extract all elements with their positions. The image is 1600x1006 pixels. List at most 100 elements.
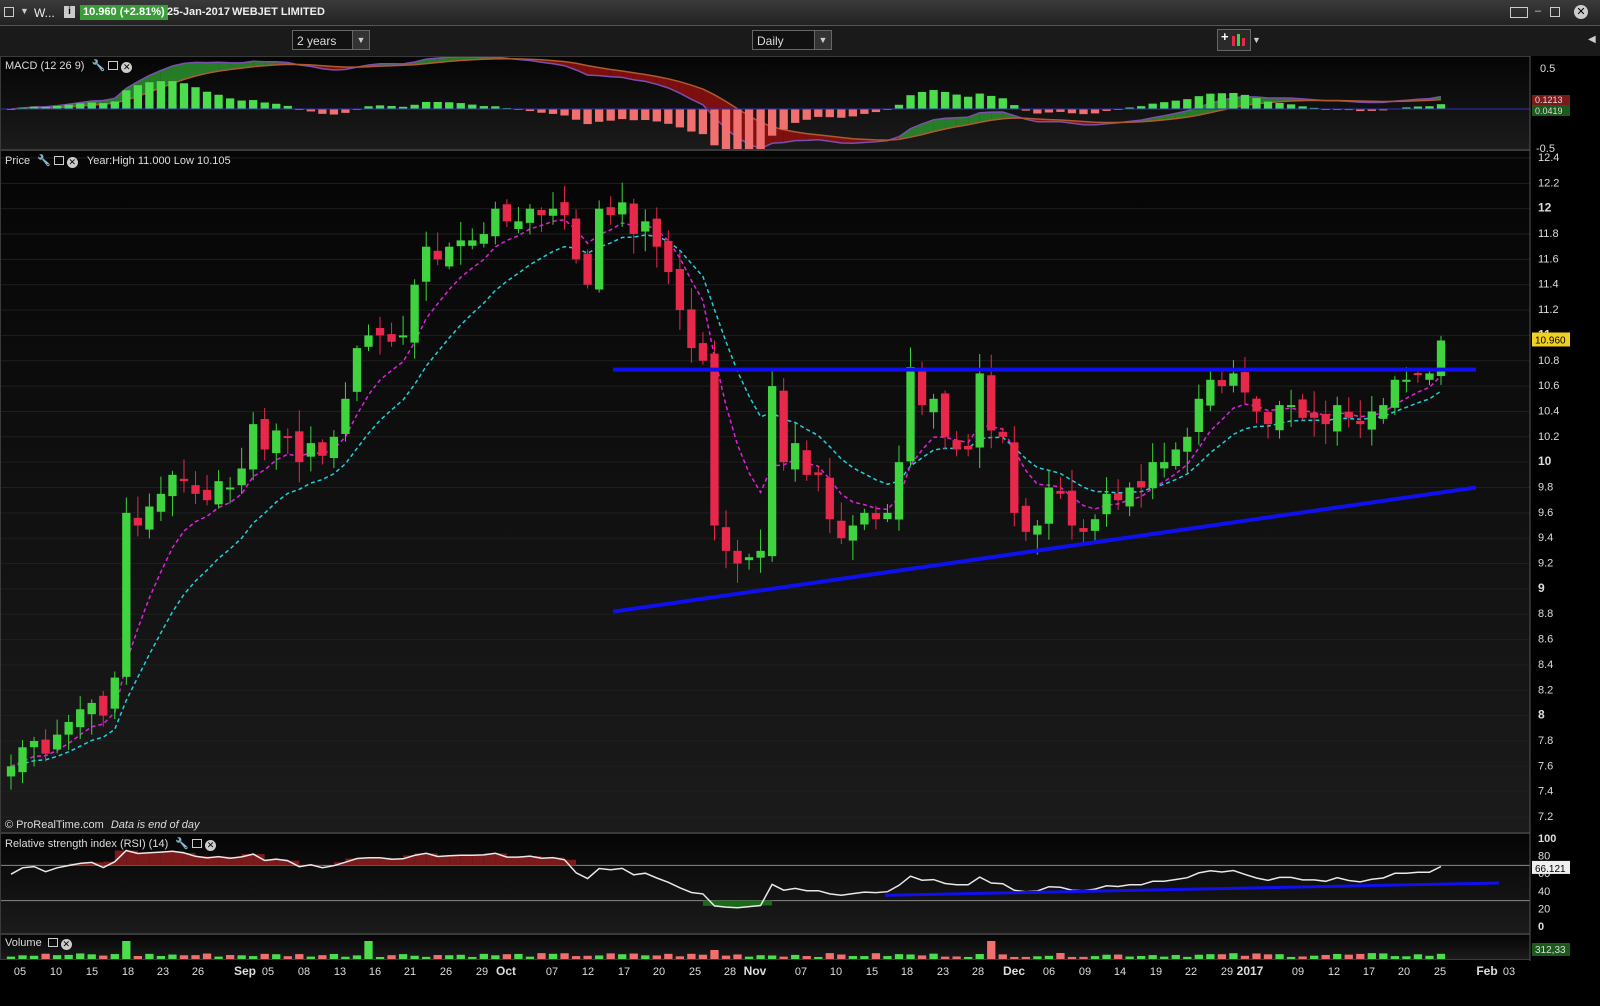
macd-histogram-bar — [341, 109, 350, 113]
macd-histogram-bar — [802, 109, 811, 120]
volume-bar — [179, 955, 189, 959]
macd-histogram-bar — [987, 95, 996, 109]
date-tick-label: 15 — [866, 966, 878, 978]
candle-body — [1413, 373, 1423, 376]
volume-bar — [352, 955, 362, 959]
macd-chart — [1, 57, 1531, 149]
rsi-overbought-fill — [160, 851, 173, 866]
maximize-icon[interactable] — [108, 61, 119, 70]
candle-body — [179, 478, 189, 482]
volume-bar — [364, 941, 373, 959]
candle-body — [295, 431, 304, 463]
volume-bar — [318, 955, 327, 959]
maximize-icon[interactable] — [47, 938, 58, 947]
maximize-icon[interactable] — [192, 839, 202, 848]
volume-bar — [791, 954, 800, 959]
watermark-note: Data is end of day — [110, 819, 200, 831]
chevron-down-icon[interactable]: ▼ — [814, 31, 831, 49]
candle-body — [41, 739, 50, 754]
macd-histogram-bar — [537, 109, 546, 113]
wrench-icon[interactable]: 🔧 — [92, 59, 106, 72]
volume-bar — [687, 953, 696, 959]
toolbar: 2 years ▼ Daily ▼ + ▼ ◀ — [0, 26, 1600, 57]
date-tick-label: 29 — [476, 966, 488, 978]
chevron-down-icon[interactable]: ▼ — [352, 31, 369, 49]
restore-icon[interactable] — [1550, 7, 1560, 17]
macd-histogram-bar — [1217, 93, 1227, 109]
macd-histogram-bar — [122, 90, 131, 109]
candle-body — [168, 474, 177, 497]
macd-histogram-bar — [721, 109, 731, 149]
volume-bar — [929, 953, 938, 959]
date-tick-label: 26 — [192, 966, 204, 978]
window-icon[interactable] — [4, 7, 14, 17]
candle-body — [1010, 442, 1019, 513]
volume-bar — [6, 956, 16, 959]
macd-histogram-bar — [606, 109, 615, 121]
price-chart[interactable] — [1, 151, 1565, 832]
minimize-icon[interactable]: – — [1535, 5, 1541, 17]
volume-bar — [1171, 955, 1180, 959]
volume-bar — [1044, 955, 1054, 959]
close-icon[interactable]: ✕ — [60, 939, 72, 950]
interval-select-value: Daily — [757, 34, 784, 48]
macd-histogram-bar — [929, 90, 938, 109]
wrench-icon[interactable]: 🔧 — [37, 154, 51, 167]
wrench-icon[interactable]: 🔧 — [175, 837, 189, 850]
close-icon[interactable]: ✕ — [205, 840, 216, 851]
macd-histogram-bar — [629, 109, 638, 121]
volume-bar — [1252, 953, 1261, 959]
close-icon[interactable]: ✕ — [1574, 5, 1588, 19]
maximize-icon[interactable] — [53, 156, 64, 165]
volume-bar — [1367, 953, 1376, 959]
volume-bar — [29, 955, 39, 959]
date-tick-label: 05 — [262, 966, 274, 978]
macd-histogram-bar — [618, 109, 627, 120]
macd-histogram-bar — [225, 98, 235, 109]
candle-body — [514, 221, 523, 229]
add-indicator-button[interactable]: + — [1217, 29, 1251, 51]
candle-body — [571, 218, 581, 260]
volume-bar — [583, 955, 592, 959]
period-select[interactable]: 2 years ▼ — [292, 30, 370, 50]
close-icon[interactable]: ✕ — [121, 62, 133, 73]
candle-body — [998, 431, 1007, 437]
candle-body — [721, 527, 731, 551]
candle-body — [929, 398, 938, 413]
macd-histogram-bar — [375, 105, 385, 109]
scroll-left-icon[interactable]: ◀ — [1588, 34, 1596, 45]
info-icon[interactable]: i — [64, 6, 75, 18]
macd-histogram-bar — [99, 103, 108, 109]
candle-body — [606, 207, 615, 216]
volume-bar — [341, 956, 350, 959]
volume-bar — [76, 953, 85, 959]
date-tick-label: 25 — [689, 966, 701, 978]
volume-bar — [18, 955, 27, 959]
date-tick-label: 22 — [1185, 966, 1197, 978]
volume-bar — [571, 956, 581, 959]
support-trendline — [612, 485, 1477, 614]
date-tick-label: 09 — [1292, 966, 1304, 978]
volume-bar — [64, 954, 73, 959]
macd-histogram-bar — [1436, 104, 1446, 109]
date-tick-label: 19 — [1150, 966, 1162, 978]
candle-body — [664, 240, 673, 273]
interval-select[interactable]: Daily ▼ — [752, 30, 832, 50]
volume-bar — [779, 956, 788, 959]
macd-histogram-bar — [1286, 104, 1296, 109]
chevron-down-icon[interactable]: ▼ — [20, 6, 29, 16]
volume-bar — [1402, 956, 1411, 959]
candle-body — [1033, 525, 1042, 535]
close-icon[interactable]: ✕ — [66, 157, 78, 168]
candle-body — [1148, 462, 1157, 489]
macd-histogram-bar — [1263, 101, 1273, 109]
candle-body — [906, 367, 915, 462]
candle-body — [756, 550, 765, 558]
candle-body — [364, 335, 373, 347]
chevron-down-icon[interactable]: ▼ — [1252, 35, 1261, 45]
macd-histogram-bar — [1033, 109, 1042, 114]
macd-histogram-bar — [1252, 98, 1261, 109]
keyboard-icon[interactable] — [1510, 7, 1528, 18]
candle-body — [1125, 487, 1134, 507]
date-tick-label: Nov — [744, 964, 767, 978]
